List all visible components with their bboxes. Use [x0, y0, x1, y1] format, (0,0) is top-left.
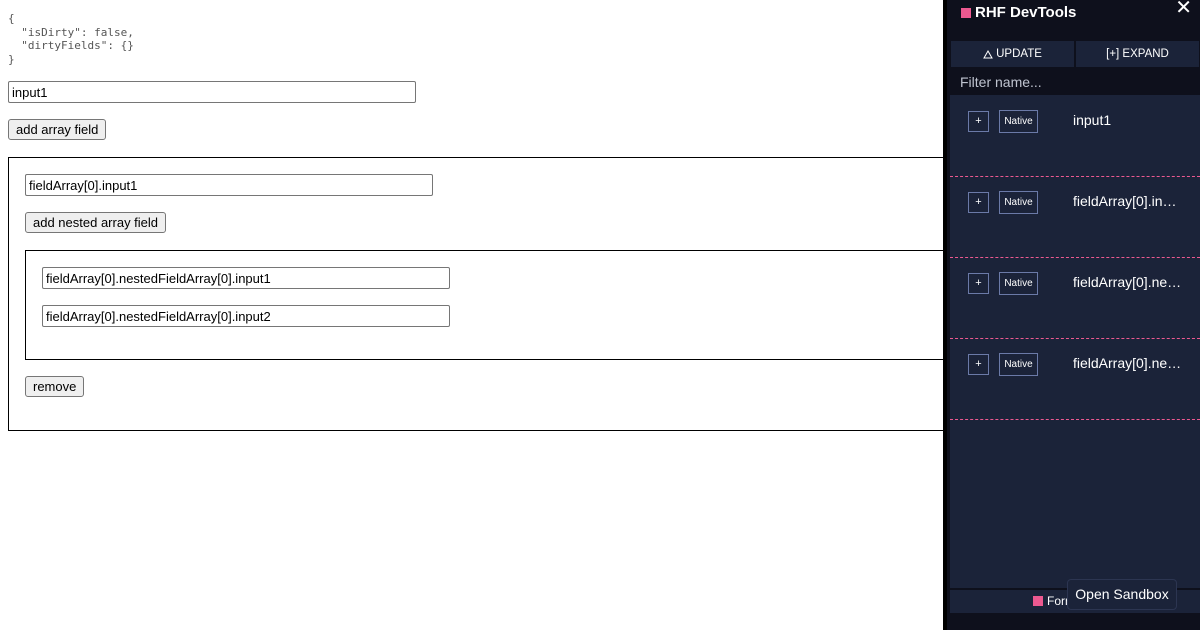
expand-row-button[interactable]: +	[968, 273, 989, 294]
form-square-icon	[1033, 596, 1043, 606]
close-icon[interactable]: ✕	[1175, 0, 1192, 18]
devtools-field-list: + Native input1 + Native fieldArray[0].i…	[950, 96, 1200, 588]
nested-input2-field[interactable]	[42, 305, 450, 327]
devtools-panel: RHF DevTools ✕ UPDATE [+] EXPAND + Nativ…	[943, 0, 1200, 630]
update-label: UPDATE	[996, 48, 1042, 60]
devtools-field-row: + Native fieldArray[0].input1	[950, 177, 1200, 258]
devtools-header: RHF DevTools ✕	[947, 0, 1200, 40]
devtools-toolbar: UPDATE [+] EXPAND	[950, 40, 1200, 68]
field-name-label: fieldArray[0].nestedFieldArray[0].input1	[1073, 274, 1183, 290]
devtools-title-text: RHF DevTools	[975, 4, 1077, 21]
add-array-field-button[interactable]: add array field	[8, 119, 107, 140]
logo-square-icon	[961, 7, 971, 18]
devtools-field-row: + Native input1	[950, 96, 1200, 177]
expand-button[interactable]: [+] EXPAND	[1075, 40, 1200, 68]
expand-row-button[interactable]: +	[968, 111, 989, 132]
native-type-badge[interactable]: Native	[999, 110, 1038, 133]
devtools-title: RHF DevTools	[961, 4, 1076, 21]
native-type-badge[interactable]: Native	[999, 272, 1038, 295]
expand-row-button[interactable]: +	[968, 354, 989, 375]
form-state-json: { "isDirty": false, "dirtyFields": {} }	[8, 12, 134, 66]
filter-name-input[interactable]	[950, 68, 1200, 96]
expand-row-button[interactable]: +	[968, 192, 989, 213]
input1-field[interactable]	[8, 81, 416, 103]
add-nested-array-field-button[interactable]: add nested array field	[25, 212, 167, 233]
remove-button[interactable]: remove	[25, 376, 85, 397]
devtools-field-row: + Native fieldArray[0].nestedFieldArray[…	[950, 339, 1200, 420]
nested-input1-field[interactable]	[42, 267, 450, 289]
native-type-badge[interactable]: Native	[999, 191, 1038, 214]
expand-label: [+] EXPAND	[1106, 48, 1169, 60]
field-name-label: fieldArray[0].input1	[1073, 193, 1183, 209]
field-array-input1-field[interactable]	[25, 174, 433, 196]
native-type-badge[interactable]: Native	[999, 353, 1038, 376]
update-button[interactable]: UPDATE	[950, 40, 1075, 68]
warning-triangle-icon	[983, 49, 993, 58]
devtools-field-row: + Native fieldArray[0].nestedFieldArray[…	[950, 258, 1200, 339]
field-name-label: fieldArray[0].nestedFieldArray[0].input2	[1073, 355, 1183, 371]
field-name-label: input1	[1073, 112, 1112, 128]
open-sandbox-tooltip[interactable]: Open Sandbox	[1067, 579, 1177, 610]
app-root: { "isDirty": false, "dirtyFields": {} } …	[0, 0, 1200, 630]
